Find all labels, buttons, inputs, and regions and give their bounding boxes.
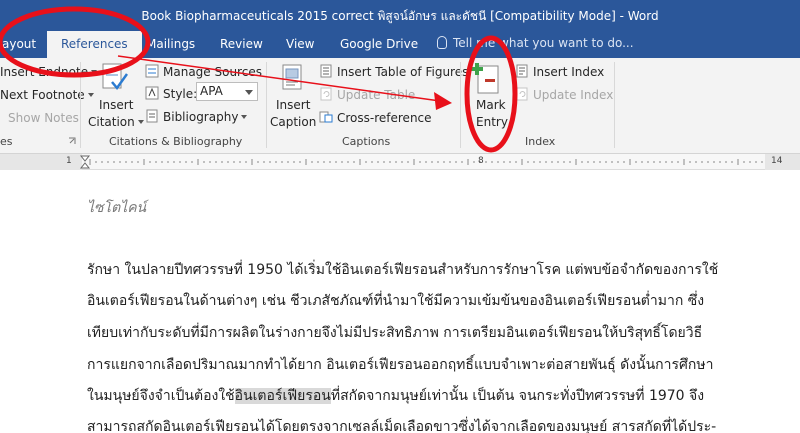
insert-citation-label-1: Insert	[99, 98, 134, 112]
group-separator	[460, 62, 461, 148]
insert-endnote-button[interactable]: Insert Endnote	[0, 65, 98, 79]
insert-endnote-label: Insert Endnote	[0, 65, 89, 79]
chevron-down-icon	[91, 70, 98, 74]
cross-reference-label: Cross-reference	[337, 111, 432, 125]
chevron-down-icon	[87, 93, 94, 97]
chevron-down-icon	[241, 115, 248, 119]
tab-review[interactable]: Review	[220, 37, 263, 51]
body-line-2: อินเตอร์เฟียรอนในด้านต่างๆ เช่น ชีวเภสัช…	[87, 293, 705, 309]
tell-me-text: Tell me what you want to do...	[453, 36, 634, 50]
body-line-5-end: ที่สกัดจากมนุษย์เท่านั้น เป็นต้น จนกระทั…	[330, 388, 705, 404]
body-line-3: เทียบเท่ากับระดับที่มีการผลิตในร่างกายจึ…	[87, 325, 703, 341]
document-heading: ไซโตไคน์	[87, 200, 147, 216]
update-table-label: Update Table	[337, 88, 416, 102]
captions-group-label: Captions	[342, 135, 391, 148]
update-table-icon	[320, 87, 332, 101]
window-title: Book Biopharmaceuticals 2015 correct พิส…	[141, 9, 659, 23]
selected-text[interactable]: อินเตอร์เฟียรอน	[234, 388, 331, 404]
insert-table-of-figures-label: Insert Table of Figures	[337, 65, 469, 79]
chevron-down-icon	[137, 120, 144, 124]
style-value: APA	[200, 84, 223, 98]
body-line-4: การแยกจากเลือดปริมาณมากทำได้ยาก อินเตอร์…	[87, 357, 714, 373]
insert-index-icon	[516, 64, 528, 78]
body-line-5-start: ในมนุษย์จึงจำเป็นต้องใช้	[87, 388, 235, 404]
body-line-6: สามารถสกัดอินเตอร์เฟียรอนได้โดยตรงจากเซล…	[87, 419, 717, 433]
group-separator	[614, 62, 615, 148]
chevron-down-icon	[245, 90, 253, 95]
manage-sources-label: Manage Sources	[163, 65, 262, 79]
ruler-number-left: 1	[66, 156, 72, 166]
tab-references[interactable]: References	[47, 31, 142, 58]
bibliography-icon	[146, 109, 158, 123]
title-bar: Book Biopharmaceuticals 2015 correct พิส…	[0, 0, 800, 31]
update-index-icon	[516, 87, 528, 101]
style-select[interactable]: APA	[196, 82, 258, 101]
footnotes-group-label: es	[0, 135, 13, 148]
index-group-label: Index	[525, 135, 556, 148]
show-notes-button[interactable]: Show Notes	[8, 111, 79, 125]
style-icon	[145, 86, 159, 100]
tab-google-drive[interactable]: Google Drive	[340, 37, 418, 51]
mark-entry-icon	[471, 63, 499, 94]
insert-caption-icon	[282, 64, 302, 90]
horizontal-ruler[interactable]: 1 8 14	[0, 154, 800, 170]
document-page[interactable]: ไซโตไคน์ รักษา ในปลายปีทศวรรษที่ 1950 ได…	[0, 171, 800, 433]
ruler-number-right: 14	[771, 156, 783, 166]
update-index-label: Update Index	[533, 88, 614, 102]
tab-mailings[interactable]: Mailings	[146, 37, 195, 51]
insert-index-label: Insert Index	[533, 65, 605, 79]
mark-entry-label-2: Entry	[476, 115, 508, 129]
bibliography-label: Bibliography	[163, 110, 248, 124]
ruler-ticks	[0, 154, 800, 170]
style-label: Style:	[163, 87, 198, 101]
ribbon-tab-strip: ayout References Mailings Review View Go…	[0, 31, 800, 58]
next-footnote-label: Next Footnote	[0, 88, 85, 102]
tab-layout[interactable]: ayout	[2, 37, 36, 51]
ribbon: Insert Endnote Next Footnote Show Notes …	[0, 58, 800, 154]
lightbulb-icon	[437, 36, 447, 49]
group-separator	[266, 62, 267, 148]
body-line-1: รักษา ในปลายปีทศวรรษที่ 1950 ได้เริ่มใช้…	[87, 262, 719, 278]
table-of-figures-icon	[320, 64, 332, 78]
tell-me-box[interactable]: Tell me what you want to do...	[437, 36, 634, 50]
mark-entry-label-1: Mark	[476, 98, 506, 112]
group-separator	[80, 62, 81, 148]
insert-caption-label-2: Caption	[270, 115, 317, 129]
tab-view[interactable]: View	[286, 37, 314, 51]
body-line-5: ในมนุษย์จึงจำเป็นต้องใช้อินเตอร์เฟียรอนท…	[87, 385, 704, 407]
manage-sources-icon	[145, 64, 159, 78]
insert-citation-icon	[102, 63, 128, 91]
cross-reference-icon	[319, 111, 333, 123]
insert-citation-label-2: Citation	[88, 115, 144, 129]
dialog-launcher-icon[interactable]	[68, 137, 76, 145]
ruler-number-mid: 8	[478, 156, 484, 166]
insert-caption-label-1: Insert	[276, 98, 311, 112]
citations-group-label: Citations & Bibliography	[109, 135, 243, 148]
